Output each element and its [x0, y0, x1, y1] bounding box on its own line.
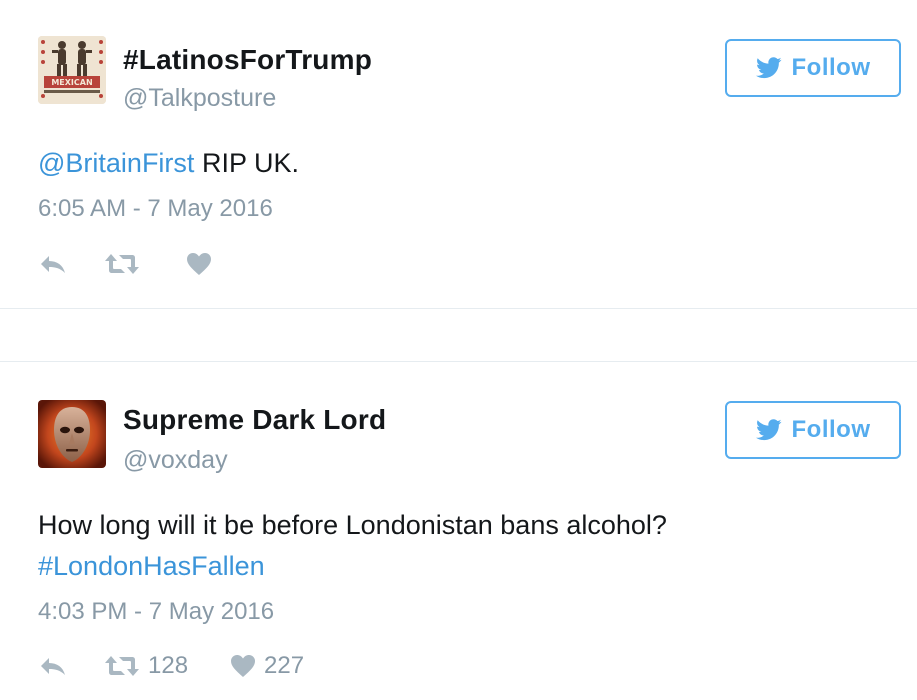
- avatar[interactable]: MEXICAN: [38, 36, 106, 104]
- tweet-body: RIP UK.: [194, 148, 299, 178]
- reply-icon: [41, 658, 65, 675]
- retweet-count: 128: [148, 652, 189, 679]
- mask-avatar-image: [38, 400, 106, 468]
- follow-label: Follow: [791, 54, 871, 81]
- follow-button[interactable]: Follow: [725, 39, 901, 97]
- retweet-button[interactable]: 128: [104, 652, 230, 680]
- heart-icon: [231, 655, 255, 677]
- wrestler-avatar-image: MEXICAN: [38, 36, 106, 104]
- timestamp[interactable]: 6:05 AM - 7 May 2016: [38, 195, 273, 223]
- twitter-bird-icon: [755, 57, 782, 79]
- display-name[interactable]: #LatinosForTrump: [123, 44, 372, 76]
- divider: [0, 308, 917, 309]
- twitter-bird-icon: [755, 419, 782, 441]
- reply-button[interactable]: [38, 655, 104, 677]
- reply-button[interactable]: [38, 253, 104, 275]
- avatar[interactable]: [38, 400, 106, 468]
- tweet-card: Supreme Dark Lord @voxday Follow How lon…: [0, 362, 917, 700]
- retweet-icon: [105, 656, 139, 676]
- mention-link[interactable]: @BritainFirst: [38, 148, 194, 178]
- tweet-body: How long will it be before Londonistan b…: [38, 510, 667, 540]
- tweet-actions: 128 227: [38, 646, 304, 686]
- reply-icon: [41, 256, 65, 273]
- follow-label: Follow: [791, 416, 871, 443]
- tweet-card: MEXICAN #LatinosForTrump @Talkposture Fo…: [0, 0, 917, 308]
- heart-icon: [187, 253, 211, 275]
- tweet-text: @BritainFirst RIP UK.: [38, 143, 299, 184]
- like-count: 227: [264, 652, 305, 679]
- display-name[interactable]: Supreme Dark Lord: [123, 404, 386, 436]
- retweet-icon: [105, 254, 139, 274]
- retweet-button[interactable]: [104, 253, 186, 275]
- user-handle[interactable]: @voxday: [123, 446, 228, 475]
- tweet-text: How long will it be before Londonistan b…: [38, 505, 667, 587]
- timestamp[interactable]: 4:03 PM - 7 May 2016: [38, 598, 274, 626]
- user-handle[interactable]: @Talkposture: [123, 84, 276, 113]
- tweet-actions: [38, 244, 220, 284]
- follow-button[interactable]: Follow: [725, 401, 901, 459]
- like-button[interactable]: [186, 252, 220, 276]
- hashtag-link[interactable]: #LondonHasFallen: [38, 546, 667, 587]
- like-button[interactable]: 227: [230, 652, 304, 680]
- avatar-text: MEXICAN: [51, 78, 92, 87]
